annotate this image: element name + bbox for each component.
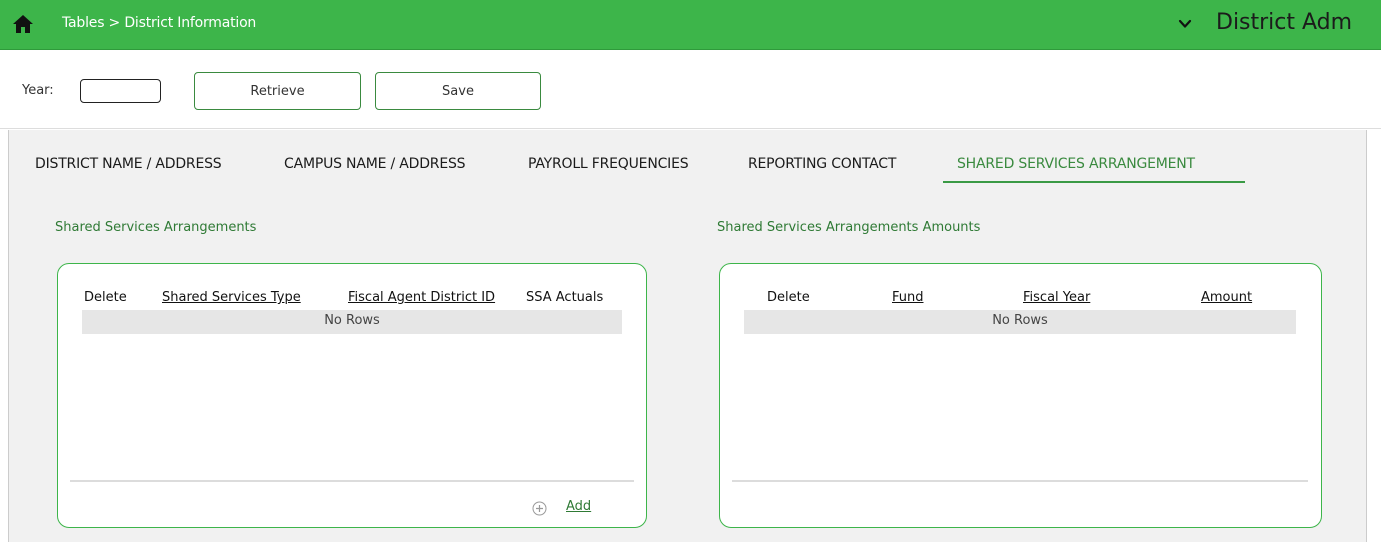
tab-payroll-frequencies[interactable]: PAYROLL FREQUENCIES (528, 156, 689, 172)
shared-services-arrangements-amounts-panel: Delete Fund Fiscal Year Amount No Rows (719, 263, 1322, 528)
shared-services-arrangements-panel: Delete Shared Services Type Fiscal Agent… (57, 263, 647, 528)
column-header-amount[interactable]: Amount (1201, 290, 1252, 305)
home-icon[interactable] (12, 14, 34, 34)
retrieve-button[interactable]: Retrieve (194, 72, 361, 110)
active-tab-indicator (943, 181, 1245, 183)
column-header-delete: Delete (767, 290, 810, 305)
right-section-title: Shared Services Arrangements Amounts (717, 220, 981, 235)
column-header-fiscal-agent-district-id[interactable]: Fiscal Agent District ID (348, 290, 495, 305)
empty-rows-message: No Rows (82, 310, 622, 334)
panel-divider (70, 480, 634, 482)
app-title[interactable]: District Adm (1216, 10, 1352, 35)
tab-shared-services-arrangement[interactable]: SHARED SERVICES ARRANGEMENT (957, 156, 1195, 172)
tab-campus-name-address[interactable]: CAMPUS NAME / ADDRESS (284, 156, 466, 172)
tab-reporting-contact[interactable]: REPORTING CONTACT (748, 156, 896, 172)
year-label: Year: (22, 83, 54, 98)
content-area: DISTRICT NAME / ADDRESS CAMPUS NAME / AD… (8, 130, 1367, 542)
column-header-shared-services-type[interactable]: Shared Services Type (162, 290, 301, 305)
add-circle-icon[interactable] (532, 501, 547, 516)
toolbar: Year: Retrieve Save (0, 51, 1381, 129)
empty-rows-message: No Rows (744, 310, 1296, 334)
column-header-fund[interactable]: Fund (892, 290, 924, 305)
panel-divider (732, 480, 1308, 482)
column-header-fiscal-year[interactable]: Fiscal Year (1023, 290, 1090, 305)
top-bar: Tables > District Information District A… (0, 0, 1381, 50)
year-input[interactable] (80, 79, 161, 103)
chevron-down-icon[interactable] (1178, 17, 1192, 31)
column-header-ssa-actuals: SSA Actuals (526, 290, 604, 305)
save-button[interactable]: Save (375, 72, 541, 110)
left-section-title: Shared Services Arrangements (55, 220, 257, 235)
breadcrumb: Tables > District Information (62, 15, 257, 31)
add-link[interactable]: Add (566, 499, 591, 514)
column-header-delete: Delete (84, 290, 127, 305)
tab-district-name-address[interactable]: DISTRICT NAME / ADDRESS (35, 156, 222, 172)
